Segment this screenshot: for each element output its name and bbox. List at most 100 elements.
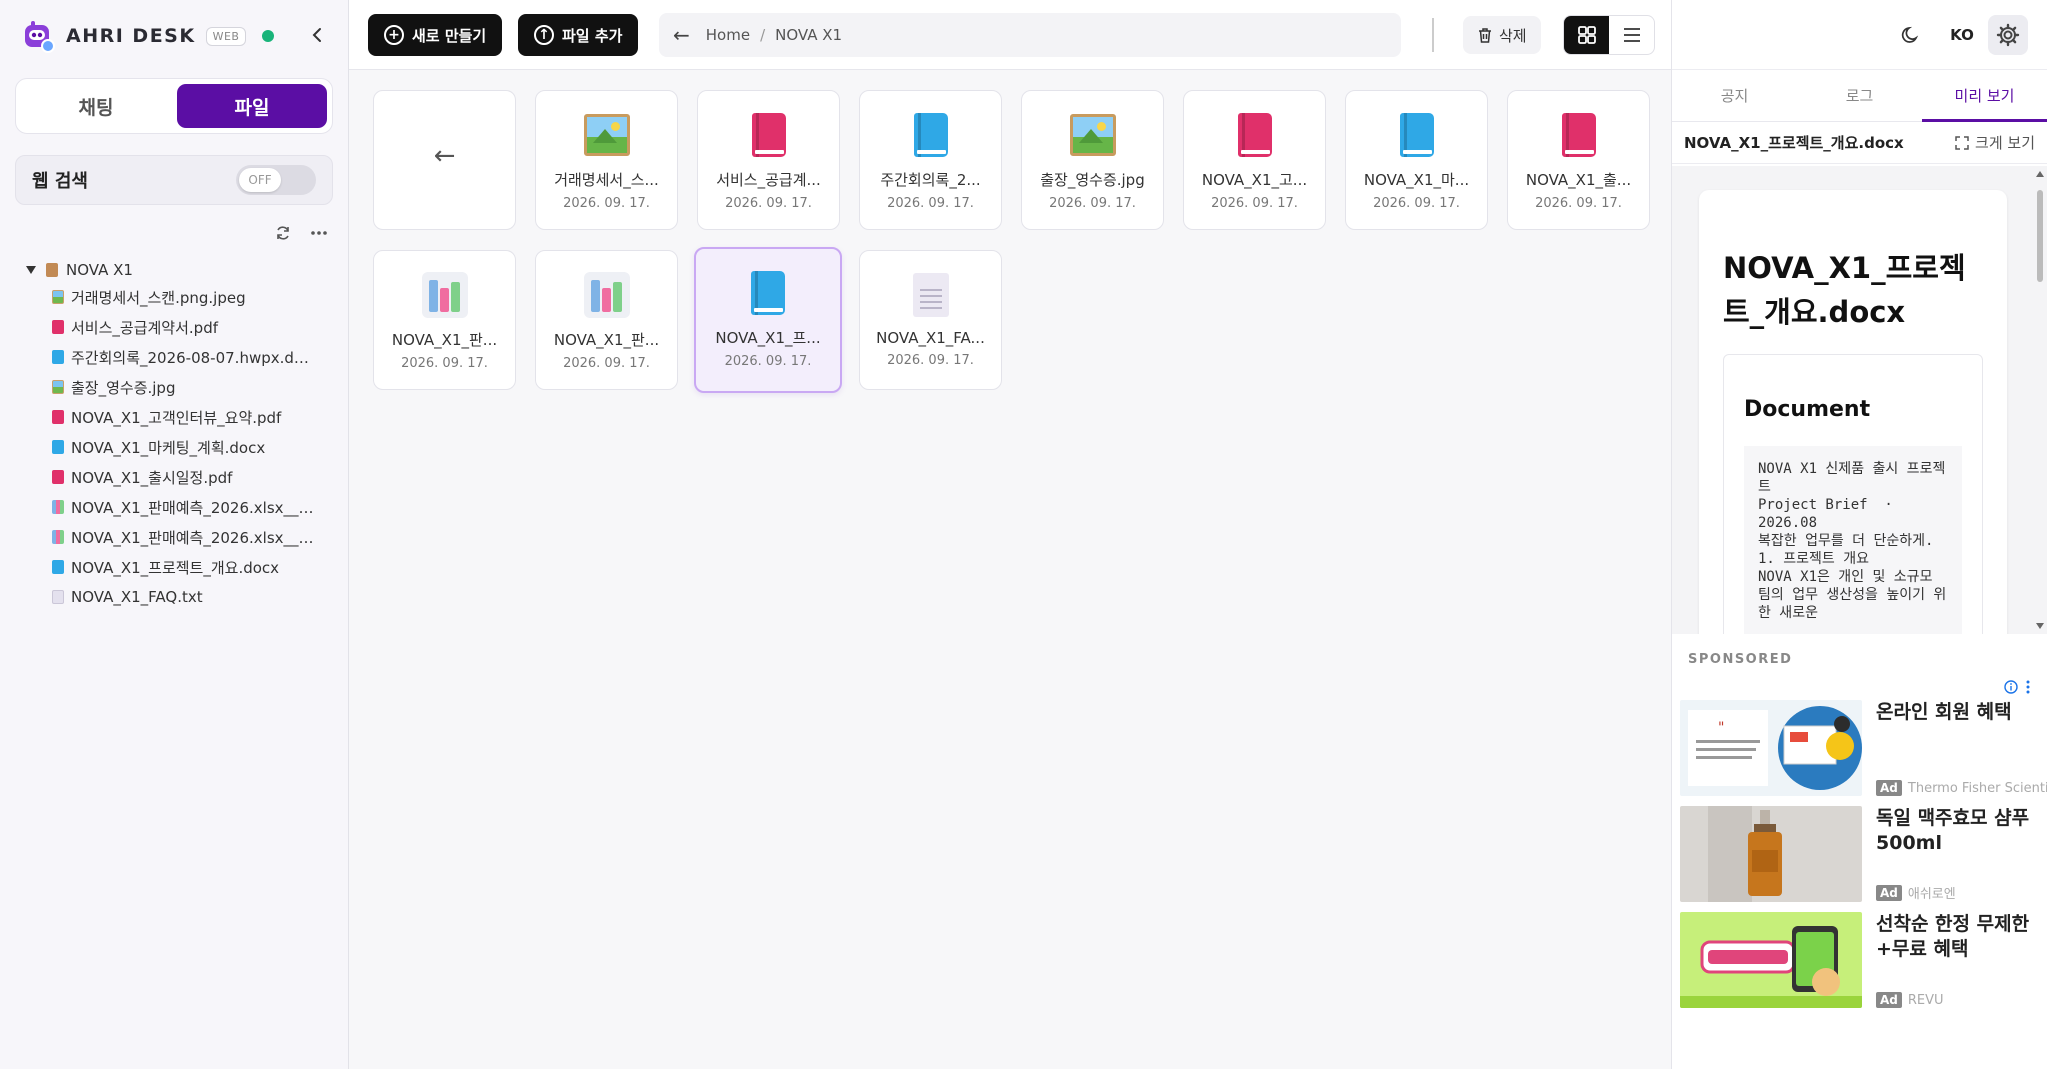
new-button-label: 새로 만들기 [412, 26, 487, 45]
spreadsheet-chart-icon [421, 271, 469, 319]
pdf-file-icon [52, 320, 64, 334]
delete-button[interactable]: 삭제 [1463, 16, 1541, 54]
file-card-name: 출장_영수증.jpg [1040, 171, 1145, 189]
tree-item[interactable]: NOVA_X1_판매예측_2026.xlsx__[sh... [52, 522, 324, 552]
sidebar: AHRI DESK WEB 채팅 파일 웹 검색 OFF NOVA X1 거래명… [0, 0, 349, 1069]
back-arrow-icon[interactable]: ← [673, 23, 690, 47]
ad-source-name: Thermo Fisher Scientific [1907, 780, 2047, 796]
ad-source: Ad Thermo Fisher Scientific [1876, 780, 2047, 796]
file-card-name: 거래명세서_스... [554, 171, 659, 189]
right-panel: KO 공지 로그 미리 보기 NOVA_X1_프로젝트_개요.docx 크게 보… [1671, 0, 2047, 1069]
more-horizontal-icon [311, 231, 327, 235]
tree-item-label: NOVA_X1_마케팅_계획.docx [71, 438, 266, 457]
image-file-icon [583, 111, 631, 159]
tree-item[interactable]: 서비스_공급계약서.pdf [52, 312, 324, 342]
preview-scrollbar[interactable] [2036, 170, 2044, 630]
svg-text:": " [1718, 720, 1724, 736]
file-card[interactable]: NOVA_X1_고... 2026. 09. 17. [1183, 90, 1326, 230]
file-card[interactable]: 주간회의록_2... 2026. 09. 17. [859, 90, 1002, 230]
file-card[interactable]: 출장_영수증.jpg 2026. 09. 17. [1021, 90, 1164, 230]
tree-item-label: NOVA_X1_판매예측_2026.xlsx__[sh... [71, 528, 316, 547]
file-card[interactable]: 서비스_공급계... 2026. 09. 17. [697, 90, 840, 230]
go-up-card[interactable]: ← [373, 90, 516, 230]
tree-item[interactable]: NOVA_X1_프로젝트_개요.docx [52, 552, 324, 582]
view-toggle [1563, 15, 1655, 55]
ad-item[interactable]: 독일 맥주효모 샴푸 500ml Ad 애쉬로엔 [1680, 806, 2040, 902]
tree-item-label: NOVA_X1_프로젝트_개요.docx [71, 558, 280, 577]
upload-circle-icon: ↑ [534, 25, 554, 45]
grid-view-button[interactable] [1564, 16, 1609, 54]
tree-item-label: 주간회의록_2026-08-07.hwpx.docx [71, 348, 316, 367]
brand-name: AHRI DESK [66, 25, 196, 47]
ad-tag: Ad [1876, 992, 1902, 1008]
trash-icon [1479, 27, 1491, 43]
file-card-date: 2026. 09. 17. [563, 356, 650, 371]
tab-log[interactable]: 로그 [1797, 70, 1922, 121]
list-view-button[interactable] [1609, 16, 1654, 54]
tree-item[interactable]: NOVA_X1_마케팅_계획.docx [52, 432, 324, 462]
dark-mode-button[interactable] [1894, 18, 1928, 52]
tree-item[interactable]: 거래명세서_스캔.png.jpeg [52, 282, 324, 312]
web-search-label: 웹 검색 [32, 171, 88, 192]
tab-preview[interactable]: 미리 보기 [1922, 70, 2047, 122]
breadcrumb-home[interactable]: Home [706, 26, 750, 44]
doc-file-icon [52, 560, 64, 574]
ad-item[interactable]: 선착순 한정 무제한+무료 혜택 Ad REVU [1680, 912, 2040, 1008]
chevron-left-icon [312, 28, 321, 42]
tab-notice[interactable]: 공지 [1672, 70, 1797, 121]
plus-circle-icon: + [384, 25, 404, 45]
tree-items: 거래명세서_스캔.png.jpeg 서비스_공급계약서.pdf 주간회의록_20… [52, 282, 324, 612]
list-icon [1623, 28, 1640, 42]
tree-item[interactable]: 주간회의록_2026-08-07.hwpx.docx [52, 342, 324, 372]
text-file-icon [907, 271, 955, 319]
tree-item[interactable]: NOVA_X1_판매예측_2026.xlsx__[sh... [52, 492, 324, 522]
more-options-button[interactable] [308, 222, 330, 244]
tree-item-label: 서비스_공급계약서.pdf [71, 318, 218, 337]
new-button[interactable]: + 새로 만들기 [368, 14, 503, 56]
file-card-date: 2026. 09. 17. [1535, 196, 1622, 211]
expand-label: 크게 보기 [1975, 134, 2035, 152]
file-card-name: NOVA_X1_프... [715, 329, 821, 347]
settings-button[interactable] [1988, 15, 2028, 55]
file-card[interactable]: NOVA_X1_출... 2026. 09. 17. [1507, 90, 1650, 230]
file-card-name: NOVA_X1_출... [1525, 171, 1632, 189]
ad-tag: Ad [1876, 884, 1902, 901]
image-file-icon [1069, 111, 1117, 159]
ad-source-name: 애쉬로엔 [1907, 887, 1956, 902]
ad-info[interactable] [2004, 680, 2030, 694]
tree-item[interactable]: NOVA_X1_FAQ.txt [52, 582, 324, 612]
expand-button[interactable]: 크게 보기 [1955, 132, 2035, 153]
tree-item[interactable]: NOVA_X1_출시일정.pdf [52, 462, 324, 492]
refresh-button[interactable] [272, 222, 294, 244]
file-card[interactable]: NOVA_X1_판... 2026. 09. 17. [535, 250, 678, 390]
breadcrumb-current[interactable]: NOVA X1 [775, 26, 842, 44]
mode-files-button[interactable]: 파일 [177, 84, 327, 128]
file-card[interactable]: NOVA_X1_마... 2026. 09. 17. [1345, 90, 1488, 230]
image-file-icon [52, 290, 64, 304]
scroll-thumb[interactable] [2037, 190, 2043, 282]
file-card[interactable]: NOVA_X1_FA... 2026. 09. 17. [859, 250, 1002, 390]
tree-root-folder[interactable]: NOVA X1 [24, 258, 324, 282]
web-search-row: 웹 검색 OFF [15, 155, 333, 205]
add-file-button[interactable]: ↑ 파일 추가 [518, 14, 639, 56]
tree-actions [272, 222, 330, 244]
expand-icon [1955, 135, 1969, 150]
image-file-icon [52, 380, 64, 394]
file-card[interactable]: 거래명세서_스... 2026. 09. 17. [535, 90, 678, 230]
mode-chat-button[interactable]: 채팅 [21, 84, 171, 128]
collapse-sidebar-button[interactable] [304, 22, 330, 48]
tree-item[interactable]: NOVA_X1_고객인터뷰_요약.pdf [52, 402, 324, 432]
file-card-selected[interactable]: NOVA_X1_프... 2026. 09. 17. [694, 247, 842, 393]
pdf-file-icon [52, 470, 64, 484]
tree-item-label: 출장_영수증.jpg [71, 378, 176, 397]
web-search-toggle[interactable]: OFF [236, 165, 316, 195]
preview-area[interactable]: NOVA_X1_프로젝트_개요.docx Document NOVA X1 신제… [1672, 166, 2047, 634]
grid-icon [1577, 26, 1596, 44]
more-vertical-icon [2026, 680, 2030, 694]
add-file-button-label: 파일 추가 [562, 26, 623, 45]
ad-item[interactable]: " 온라인 회원 혜택 Ad Thermo Fisher Scientific [1680, 700, 2047, 796]
tree-item[interactable]: 출장_영수증.jpg [52, 372, 324, 402]
scroll-up-icon [2036, 171, 2044, 177]
language-button[interactable]: KO [1944, 18, 1980, 52]
file-card[interactable]: NOVA_X1_판... 2026. 09. 17. [373, 250, 516, 390]
